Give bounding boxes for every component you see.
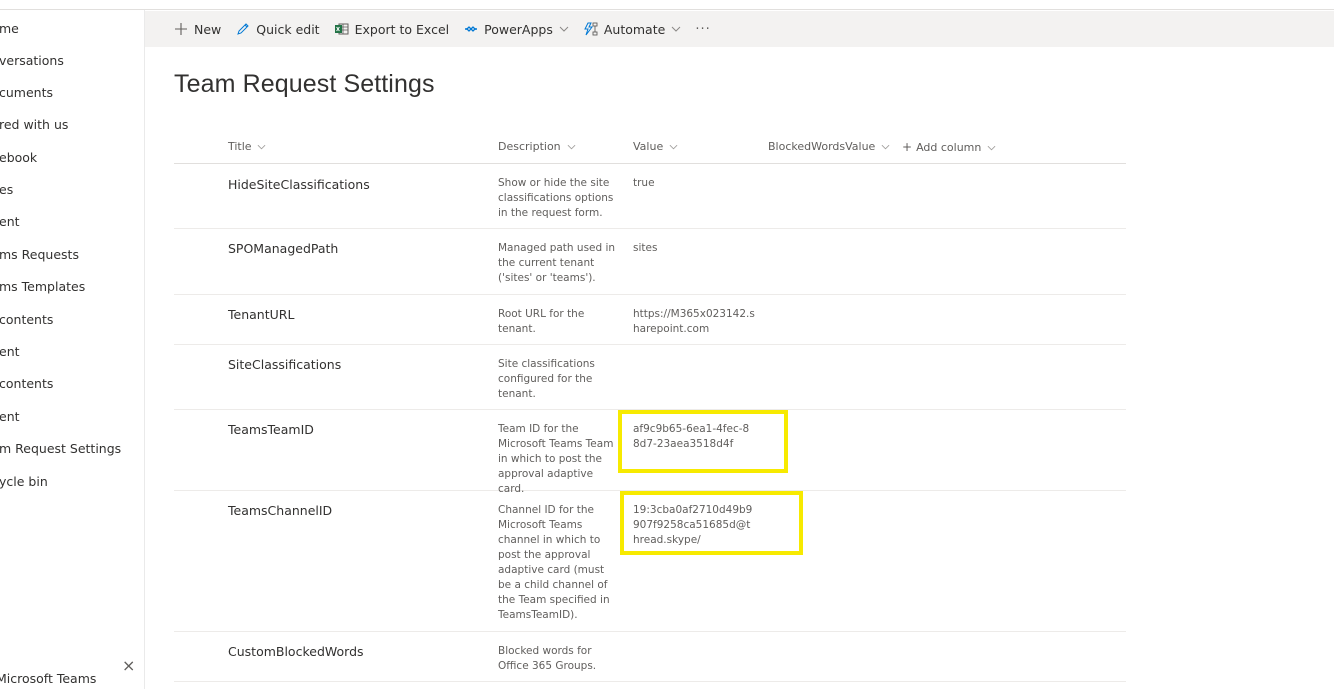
list-header: Title Description Value BlockedWordsValu… <box>174 131 1126 164</box>
plus-icon: + <box>902 140 913 154</box>
automate-flow-icon <box>583 21 599 37</box>
nav-item-site-contents[interactable]: contents <box>0 308 54 332</box>
nav-item-shared-with-us[interactable]: red with us <box>0 113 69 137</box>
powerapps-menu[interactable]: PowerApps <box>463 11 569 47</box>
automate-menu[interactable]: Automate <box>583 11 681 47</box>
row-description: Channel ID for the Microsoft Teams chann… <box>498 504 610 621</box>
row-title[interactable]: TeamsTeamID <box>228 422 314 437</box>
row-description: Managed path used in the current tenant … <box>498 242 616 284</box>
chevron-down-icon <box>564 143 576 153</box>
chevron-down-icon <box>559 24 569 35</box>
ellipsis-icon: ··· <box>695 21 711 37</box>
top-bar <box>0 0 1334 10</box>
excel-icon <box>334 21 350 37</box>
nav-item-notebook[interactable]: ebook <box>0 146 38 170</box>
more-options-button[interactable]: ··· <box>695 11 710 47</box>
table-row[interactable]: CustomBlockedWords Blocked words for Off… <box>174 632 1126 682</box>
nav-item-teams-templates[interactable]: ms Templates <box>0 275 86 299</box>
table-row[interactable]: TenantURL Root URL for the tenant. https… <box>174 295 1126 345</box>
table-row[interactable]: TeamsTeamID Team ID for the Microsoft Te… <box>174 410 1126 495</box>
row-description: Root URL for the tenant. <box>498 308 585 335</box>
teams-notification: Microsoft Teams × <box>0 658 144 689</box>
table-row[interactable]: TeamsChannelID Channel ID for the Micros… <box>174 491 1126 632</box>
nav-item-site-contents-2[interactable]: contents <box>0 372 54 396</box>
column-header-title[interactable]: Title <box>228 140 266 153</box>
page-title: Team Request Settings <box>174 70 435 98</box>
row-title[interactable]: TenantURL <box>228 307 294 322</box>
chevron-down-icon <box>666 143 678 153</box>
row-description: Team ID for the Microsoft Teams Team in … <box>498 423 614 495</box>
left-navigation: me versations cuments red with us ebook … <box>0 10 145 689</box>
table-row[interactable]: SiteClassifications Site classifications… <box>174 345 1126 410</box>
row-value: 19:3cba0af2710d49b9907f9258ca51685d@thre… <box>633 504 753 546</box>
table-row[interactable]: HideSiteClassifications Show or hide the… <box>174 164 1126 229</box>
nav-item-team-request-settings[interactable]: m Request Settings <box>0 437 122 461</box>
nav-item-documents[interactable]: cuments <box>0 81 54 105</box>
close-icon[interactable]: × <box>122 658 135 674</box>
chevron-down-icon <box>878 143 890 153</box>
row-title[interactable]: SiteClassifications <box>228 357 341 372</box>
export-to-excel-button[interactable]: Export to Excel <box>334 11 449 47</box>
table-row[interactable]: SPOManagedPath Managed path used in the … <box>174 229 1126 295</box>
nav-item-recent-3[interactable]: ent <box>0 405 21 429</box>
row-value: sites <box>633 242 658 254</box>
row-title[interactable]: SPOManagedPath <box>228 241 338 256</box>
list-view: Title Description Value BlockedWordsValu… <box>174 131 1126 682</box>
nav-item-pages[interactable]: es <box>0 178 14 202</box>
add-column-button[interactable]: + Add column <box>902 140 996 154</box>
row-value: true <box>633 177 655 189</box>
new-button[interactable]: New <box>173 11 221 47</box>
nav-item-recycle-bin[interactable]: ycle bin <box>0 470 49 494</box>
powerapps-icon <box>463 21 479 37</box>
pencil-icon <box>235 21 251 37</box>
nav-item-recent[interactable]: ent <box>0 210 21 234</box>
row-description: Site classifications configured for the … <box>498 358 595 400</box>
row-title[interactable]: HideSiteClassifications <box>228 177 370 192</box>
chevron-down-icon <box>671 24 681 35</box>
nav-item-recent-2[interactable]: ent <box>0 340 21 364</box>
nav-item-home[interactable]: me <box>0 17 20 41</box>
column-header-value[interactable]: Value <box>633 140 678 153</box>
row-title[interactable]: TeamsChannelID <box>228 503 332 518</box>
row-description: Blocked words for Office 365 Groups. <box>498 645 597 672</box>
column-header-description[interactable]: Description <box>498 140 576 153</box>
plus-icon <box>173 21 189 37</box>
nav-item-teams-requests[interactable]: ms Requests <box>0 243 80 267</box>
row-value: https://M365x023142.sharepoint.com <box>633 308 755 335</box>
row-description: Show or hide the site classifications op… <box>498 177 614 219</box>
row-value: af9c9b65-6ea1-4fec-88d7-23aea3518d4f <box>633 423 750 450</box>
column-header-blocked-words-value[interactable]: BlockedWordsValue <box>768 140 890 153</box>
nav-item-conversations[interactable]: versations <box>0 49 65 73</box>
chevron-down-icon <box>255 143 267 153</box>
quick-edit-button[interactable]: Quick edit <box>235 11 320 47</box>
chevron-down-icon <box>984 144 996 154</box>
command-bar: New Quick edit Export to Excel PowerApps… <box>145 11 1334 47</box>
row-title[interactable]: CustomBlockedWords <box>228 644 364 659</box>
teams-notification-label: Microsoft Teams <box>0 671 97 686</box>
